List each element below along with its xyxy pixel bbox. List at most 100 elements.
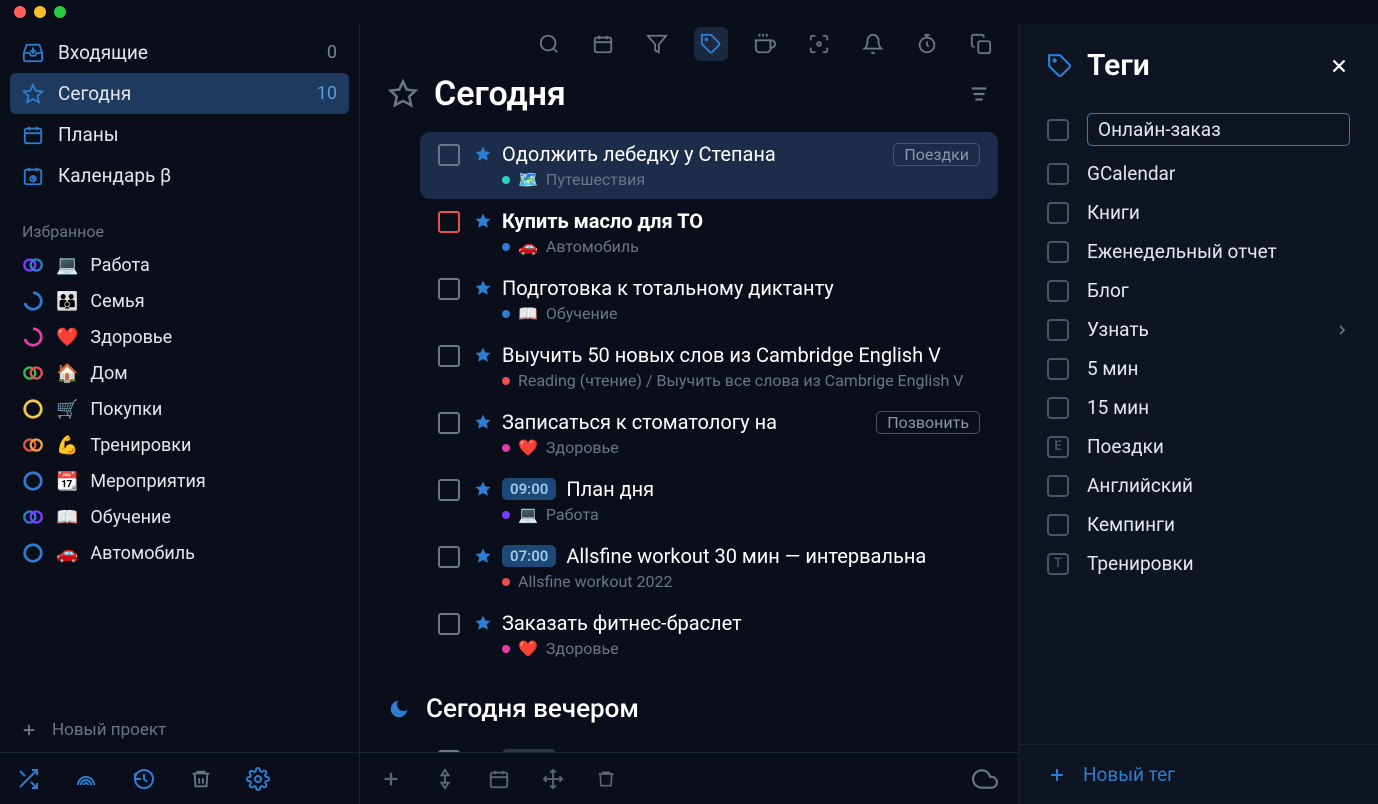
task-item[interactable]: Записаться к стоматологу наПозвонить❤️Зд…	[420, 400, 998, 467]
maximize-window-button[interactable]	[54, 6, 66, 18]
priority-icon[interactable]	[434, 768, 456, 790]
tag-row[interactable]: Кемпинги	[1037, 505, 1360, 544]
tag-row[interactable]: Книги	[1037, 193, 1360, 232]
task-checkbox[interactable]	[438, 546, 460, 568]
bell-icon[interactable]	[856, 27, 890, 61]
tag-row[interactable]: Онлайн-заказ	[1037, 105, 1360, 154]
delete-icon[interactable]	[596, 769, 616, 789]
task-item[interactable]: Заказать фитнес-браслет❤️Здоровье	[420, 601, 998, 668]
tag-checkbox[interactable]	[1047, 358, 1069, 380]
filter-icon[interactable]	[640, 27, 674, 61]
star-icon	[22, 83, 44, 105]
task-item[interactable]: Подготовка к тотальному диктанту📖Обучени…	[420, 266, 998, 333]
tag-checkbox[interactable]: T	[1047, 553, 1069, 575]
project-item[interactable]: 👪Семья	[10, 283, 349, 319]
nav-item-star[interactable]: Сегодня10	[10, 73, 349, 114]
task-checkbox[interactable]	[438, 211, 460, 233]
date-icon[interactable]	[488, 768, 510, 790]
task-checkbox[interactable]	[438, 613, 460, 635]
close-window-button[interactable]	[14, 6, 26, 18]
copy-icon[interactable]	[964, 27, 998, 61]
tag-checkbox[interactable]	[1047, 319, 1069, 341]
project-item[interactable]: 📆Мероприятия	[10, 463, 349, 499]
project-emoji: 🛒	[56, 399, 78, 420]
project-item[interactable]: 🛒Покупки	[10, 391, 349, 427]
task-project: Автомобиль	[546, 237, 639, 256]
minimize-window-button[interactable]	[34, 6, 46, 18]
cloud-sync-icon[interactable]	[972, 766, 998, 792]
new-project-button[interactable]: Новый проект	[0, 708, 359, 752]
task-item[interactable]: Купить масло для ТО🚗Автомобиль	[420, 199, 998, 266]
task-title: Одолжить лебедку у Степана	[502, 142, 776, 166]
project-ring-icon	[22, 398, 44, 420]
task-item[interactable]: Одолжить лебедку у СтепанаПоездки🗺️Путеш…	[420, 132, 998, 199]
task-item[interactable]: Выучить 50 новых слов из Cambridge Engli…	[420, 333, 998, 400]
task-project: Работа	[546, 505, 599, 524]
star-fill-icon	[474, 480, 492, 498]
tag-row[interactable]: Еженедельный отчет	[1037, 232, 1360, 271]
focus-icon[interactable]	[802, 27, 836, 61]
project-item[interactable]: 📖Обучение	[10, 499, 349, 535]
project-label: Автомобиль	[90, 543, 194, 564]
moon-icon	[388, 698, 410, 720]
project-dot-icon	[502, 444, 510, 452]
tag-label: 15 мин	[1087, 396, 1350, 419]
tag-checkbox[interactable]	[1047, 475, 1069, 497]
tag-checkbox[interactable]	[1047, 280, 1069, 302]
close-icon[interactable]	[1328, 55, 1350, 77]
move-icon[interactable]	[542, 768, 564, 790]
task-item[interactable]: 07:00Allsfine workout 30 мин — интерваль…	[420, 534, 998, 601]
tag-checkbox[interactable]	[1047, 163, 1069, 185]
shuffle-icon[interactable]	[16, 767, 40, 791]
tag-row[interactable]: Английский	[1037, 466, 1360, 505]
coffee-icon[interactable]	[748, 27, 782, 61]
project-item[interactable]: 🚗Автомобиль	[10, 535, 349, 571]
task-checkbox[interactable]	[438, 144, 460, 166]
task-checkbox[interactable]	[438, 345, 460, 367]
window-titlebar	[0, 0, 1378, 24]
task-checkbox[interactable]	[438, 278, 460, 300]
project-item[interactable]: 💻Работа	[10, 247, 349, 283]
stopwatch-icon[interactable]	[910, 27, 944, 61]
menu-icon[interactable]	[968, 83, 990, 105]
nav-item-calbeta[interactable]: Календарь β	[10, 155, 349, 196]
task-checkbox[interactable]	[438, 479, 460, 501]
tag-checkbox[interactable]	[1047, 119, 1069, 141]
task-tag-pill[interactable]: Поездки	[893, 143, 980, 166]
star-outline-icon[interactable]	[388, 79, 418, 109]
trash-icon[interactable]	[190, 768, 212, 790]
nav-label: Календарь β	[58, 164, 171, 187]
page-header: Сегодня	[380, 68, 998, 132]
rainbow-icon[interactable]	[74, 767, 98, 791]
sidebar-bottombar	[0, 752, 359, 804]
tag-row[interactable]: TТренировки	[1037, 544, 1360, 583]
calendar-grid-icon[interactable]	[586, 27, 620, 61]
project-item[interactable]: ❤️Здоровье	[10, 319, 349, 355]
add-task-icon[interactable]	[380, 768, 402, 790]
tag-checkbox[interactable]	[1047, 514, 1069, 536]
tag-row[interactable]: Узнать	[1037, 310, 1360, 349]
new-tag-button[interactable]: Новый тег	[1019, 744, 1378, 804]
tag-checkbox[interactable]	[1047, 241, 1069, 263]
tag-checkbox[interactable]	[1047, 202, 1069, 224]
project-dot-icon	[502, 645, 510, 653]
search-icon[interactable]	[532, 27, 566, 61]
history-icon[interactable]	[132, 767, 156, 791]
tag-row[interactable]: GCalendar	[1037, 154, 1360, 193]
project-item[interactable]: 💪Тренировки	[10, 427, 349, 463]
task-item[interactable]: 19:30Пилатес	[420, 738, 998, 752]
tag-row[interactable]: 15 мин	[1037, 388, 1360, 427]
project-item[interactable]: 🏠Дом	[10, 355, 349, 391]
task-tag-pill[interactable]: Позвонить	[876, 411, 980, 434]
gear-icon[interactable]	[246, 767, 270, 791]
tag-icon[interactable]	[694, 27, 728, 61]
tag-row[interactable]: 5 мин	[1037, 349, 1360, 388]
tag-row[interactable]: EПоездки	[1037, 427, 1360, 466]
tag-checkbox[interactable]	[1047, 397, 1069, 419]
nav-item-inbox[interactable]: Входящие0	[10, 32, 349, 73]
nav-item-calendar[interactable]: Планы	[10, 114, 349, 155]
task-item[interactable]: 09:00План дня💻Работа	[420, 467, 998, 534]
tag-row[interactable]: Блог	[1037, 271, 1360, 310]
task-checkbox[interactable]	[438, 412, 460, 434]
tag-checkbox[interactable]: E	[1047, 436, 1069, 458]
